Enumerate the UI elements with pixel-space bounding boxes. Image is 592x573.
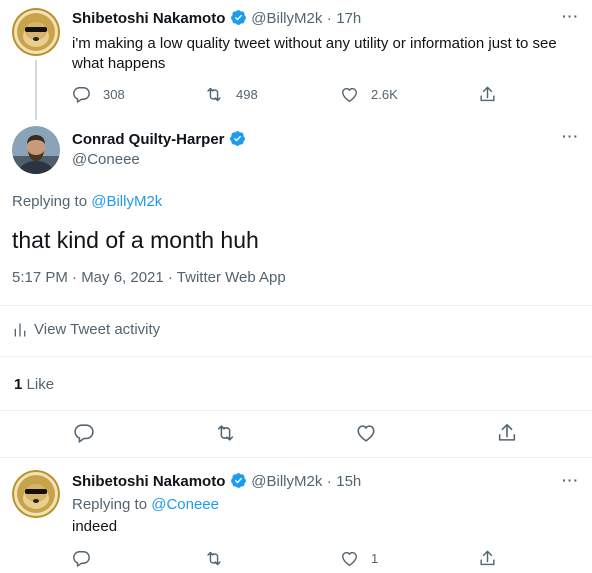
replying-to: Replying to @BillyM2k (12, 193, 162, 210)
tweet-header: Shibetoshi Nakamoto @BillyM2k · 15h (72, 472, 361, 491)
reply-button[interactable]: 308 (72, 85, 125, 104)
likes-stat-count: 1 (14, 376, 23, 393)
avatar[interactable] (12, 8, 60, 56)
like-button[interactable]: 2.6K (340, 85, 398, 104)
divider (0, 305, 592, 306)
replying-to-handle[interactable]: @BillyM2k (91, 193, 162, 210)
tweet-time[interactable]: 15h (336, 473, 361, 490)
reply-icon (73, 551, 90, 568)
share-button[interactable] (496, 422, 518, 444)
retweet-button[interactable]: 498 (204, 85, 258, 104)
replying-to: Replying to @Coneee (72, 496, 219, 513)
like-button[interactable]: 1 (340, 549, 378, 568)
tweet-text: indeed (72, 518, 118, 535)
tweet-header: Shibetoshi Nakamoto @BillyM2k · 17h (72, 9, 361, 28)
divider (0, 410, 592, 411)
retweet-icon (207, 551, 221, 566)
replying-to-label: Replying to (72, 496, 148, 513)
view-tweet-activity-label: View Tweet activity (34, 321, 161, 338)
more-options-icon[interactable]: ··· (562, 128, 579, 144)
heart-icon (342, 551, 357, 567)
retweet-button[interactable] (204, 549, 224, 568)
separator-dot: · (326, 473, 332, 490)
share-icon (480, 86, 495, 102)
doge-avatar-icon (12, 8, 60, 56)
tweet-timestamp[interactable]: 5:17 PM · May 6, 2021 · Twitter Web App (12, 269, 286, 286)
author-name[interactable]: Shibetoshi Nakamoto (72, 10, 225, 27)
author-handle[interactable]: @Coneee (72, 151, 140, 168)
divider (0, 356, 592, 357)
analytics-icon (14, 322, 26, 337)
doge-avatar-icon (12, 470, 60, 518)
replying-to-handle[interactable]: @Coneee (151, 496, 219, 513)
reply-icon (73, 87, 90, 104)
tweet-text: i'm making a low quality tweet without a… (72, 34, 557, 74)
verified-badge-icon (230, 473, 246, 488)
like-count: 2.6K (371, 87, 398, 102)
tweet-time[interactable]: 17h (336, 10, 361, 27)
divider (0, 457, 592, 458)
reply-button[interactable] (72, 549, 91, 568)
verified-badge-icon (230, 10, 246, 25)
thread-line (35, 60, 37, 120)
more-options-icon[interactable]: ··· (562, 472, 579, 488)
view-tweet-activity-link[interactable]: View Tweet activity (12, 321, 160, 338)
retweet-icon (207, 87, 221, 102)
reply-icon (74, 424, 94, 444)
person-avatar-icon (12, 126, 60, 174)
likes-stat[interactable]: 1 Like (14, 376, 54, 393)
verified-badge-icon (230, 131, 245, 146)
replying-to-label: Replying to (12, 193, 88, 210)
heart-icon (342, 87, 357, 103)
share-icon (480, 550, 495, 566)
tweet-header: Conrad Quilty-Harper (72, 130, 246, 149)
author-name[interactable]: Shibetoshi Nakamoto (72, 473, 225, 490)
retweet-button[interactable] (214, 422, 237, 444)
reply-count: 308 (103, 87, 125, 102)
more-options-icon[interactable]: ··· (562, 8, 579, 24)
retweet-icon (217, 425, 234, 441)
separator-dot: · (326, 10, 332, 27)
share-icon (498, 423, 516, 441)
author-name[interactable]: Conrad Quilty-Harper (72, 131, 225, 148)
avatar[interactable] (12, 470, 60, 518)
share-button[interactable] (478, 549, 497, 568)
likes-stat-label: Like (26, 376, 55, 393)
heart-icon (357, 425, 375, 442)
avatar[interactable] (12, 126, 60, 174)
tweet-text-line: what happens (72, 55, 166, 72)
main-tweet-text: that kind of a month huh (12, 227, 259, 253)
share-button[interactable] (478, 85, 497, 104)
author-handle[interactable]: @BillyM2k (251, 10, 322, 27)
like-button[interactable] (355, 422, 377, 444)
tweet-text-line: i'm making a low quality tweet without a… (72, 35, 557, 52)
author-handle[interactable]: @BillyM2k (251, 473, 322, 490)
like-count: 1 (371, 551, 379, 566)
reply-button[interactable] (73, 422, 95, 444)
retweet-count: 498 (236, 87, 258, 102)
